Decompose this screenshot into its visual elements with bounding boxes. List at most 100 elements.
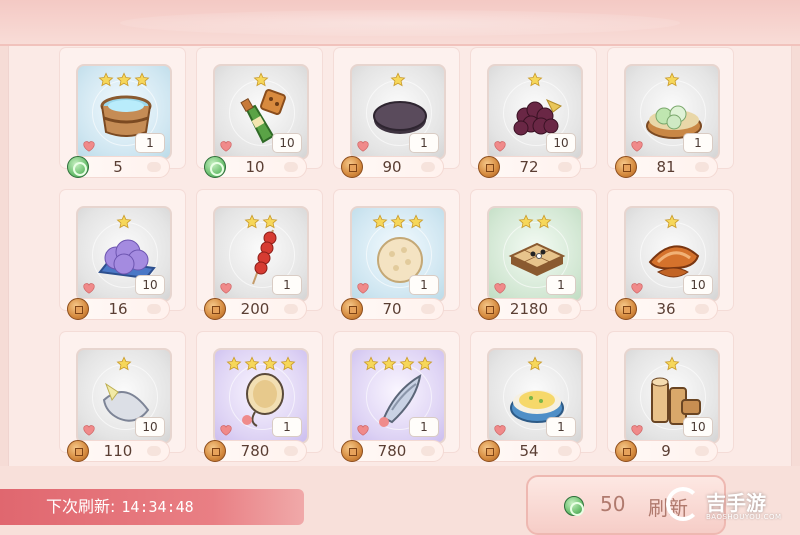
- item-quantity: 1: [409, 133, 439, 153]
- item-quantity: 1: [409, 275, 439, 295]
- copper-coin-icon: [341, 440, 363, 462]
- item-price: 5: [67, 156, 170, 178]
- item-tile[interactable]: 1: [213, 206, 309, 302]
- item-price: 780: [204, 440, 307, 462]
- item-star-rating: [215, 72, 307, 88]
- item-price: 81: [615, 156, 718, 178]
- shop-item-card[interactable]: 1 81: [608, 48, 733, 178]
- item-price: 2180: [478, 298, 581, 320]
- shop-item-card[interactable]: 10 72: [471, 48, 596, 178]
- jade-coin-icon: [204, 156, 226, 178]
- favor-heart-icon: [219, 280, 233, 294]
- item-price-value: 10: [245, 158, 265, 176]
- item-price-value: 5: [113, 158, 123, 176]
- star-icon: [527, 72, 543, 88]
- item-quantity: 10: [135, 417, 165, 437]
- shop-item-card[interactable]: 1 2180: [471, 190, 596, 320]
- item-price-value: 70: [382, 300, 402, 318]
- favor-heart-icon: [82, 422, 96, 436]
- star-icon: [390, 214, 406, 230]
- shop-item-card[interactable]: 1 780: [334, 332, 459, 462]
- item-quantity: 10: [683, 417, 713, 437]
- item-tile[interactable]: 10: [76, 206, 172, 302]
- item-star-rating: [489, 356, 581, 372]
- item-quantity: 10: [272, 133, 302, 153]
- shop-item-card[interactable]: 1 780: [197, 332, 322, 462]
- item-price-value: 16: [108, 300, 128, 318]
- favor-heart-icon: [630, 138, 644, 152]
- item-price-value: 200: [240, 300, 270, 318]
- shop-item-card[interactable]: 15: [60, 48, 185, 178]
- item-tile[interactable]: 10: [76, 348, 172, 444]
- item-tile[interactable]: 1: [487, 206, 583, 302]
- shop-item-card[interactable]: 1 90: [334, 48, 459, 178]
- star-icon: [98, 72, 114, 88]
- star-icon: [664, 72, 680, 88]
- copper-coin-icon: [615, 440, 637, 462]
- cloud-ornament-icon: [284, 304, 298, 314]
- item-tile[interactable]: 1: [76, 64, 172, 160]
- item-price-value: 90: [382, 158, 402, 176]
- item-tile[interactable]: 1: [213, 348, 309, 444]
- item-price: 110: [67, 440, 170, 462]
- favor-heart-icon: [493, 138, 507, 152]
- cloud-ornament-icon: [421, 304, 435, 314]
- item-tile[interactable]: 1: [350, 348, 446, 444]
- copper-coin-icon: [67, 440, 89, 462]
- copper-coin-icon: [341, 298, 363, 320]
- cloud-ornament-icon: [284, 162, 298, 172]
- favor-heart-icon: [493, 280, 507, 294]
- item-tile[interactable]: 10: [213, 64, 309, 160]
- item-price: 200: [204, 298, 307, 320]
- shop-item-card[interactable]: 10 16: [60, 190, 185, 320]
- item-price-value: 110: [103, 442, 133, 460]
- item-price-value: 81: [656, 158, 676, 176]
- favor-heart-icon: [356, 422, 370, 436]
- star-icon: [116, 72, 132, 88]
- item-price: 72: [478, 156, 581, 178]
- item-tile[interactable]: 10: [487, 64, 583, 160]
- item-tile[interactable]: 10: [624, 206, 720, 302]
- item-quantity: 1: [272, 417, 302, 437]
- favor-heart-icon: [219, 422, 233, 436]
- copper-coin-icon: [67, 298, 89, 320]
- shop-item-card[interactable]: 1 200: [197, 190, 322, 320]
- item-tile[interactable]: 10: [624, 348, 720, 444]
- cloud-ornament-icon: [695, 162, 709, 172]
- shop-item-card[interactable]: 1 70: [334, 190, 459, 320]
- item-tile[interactable]: 1: [350, 64, 446, 160]
- favor-heart-icon: [356, 280, 370, 294]
- site-watermark: 吉手游 BAOSHOUYOU.COM: [666, 485, 794, 529]
- watermark-text: 吉手游: [706, 491, 766, 515]
- shop-item-card[interactable]: 10 9: [608, 332, 733, 462]
- star-icon: [664, 214, 680, 230]
- star-icon: [262, 214, 278, 230]
- item-price-value: 72: [519, 158, 539, 176]
- item-star-rating: [215, 214, 307, 230]
- favor-heart-icon: [356, 138, 370, 152]
- star-icon: [372, 214, 388, 230]
- item-price-value: 780: [377, 442, 407, 460]
- next-refresh-time: 14:34:48: [121, 498, 194, 516]
- item-price: 36: [615, 298, 718, 320]
- item-star-rating: [626, 356, 718, 372]
- copper-coin-icon: [615, 156, 637, 178]
- item-star-rating: [626, 214, 718, 230]
- star-icon: [262, 356, 278, 372]
- item-quantity: 10: [135, 275, 165, 295]
- shop-item-card[interactable]: 10 36: [608, 190, 733, 320]
- item-price-value: 9: [661, 442, 671, 460]
- jade-coin-icon: [564, 496, 584, 516]
- item-quantity: 1: [409, 417, 439, 437]
- star-icon: [527, 356, 543, 372]
- item-tile[interactable]: 1: [487, 348, 583, 444]
- item-tile[interactable]: 1: [624, 64, 720, 160]
- refresh-cost: 50: [600, 492, 626, 516]
- shop-item-card[interactable]: 10 110: [60, 332, 185, 462]
- shop-item-card[interactable]: 10 10: [197, 48, 322, 178]
- shop-item-card[interactable]: 1 54: [471, 332, 596, 462]
- cloud-ornament-icon: [695, 304, 709, 314]
- item-star-rating: [489, 72, 581, 88]
- item-star-rating: [489, 214, 581, 230]
- item-tile[interactable]: 1: [350, 206, 446, 302]
